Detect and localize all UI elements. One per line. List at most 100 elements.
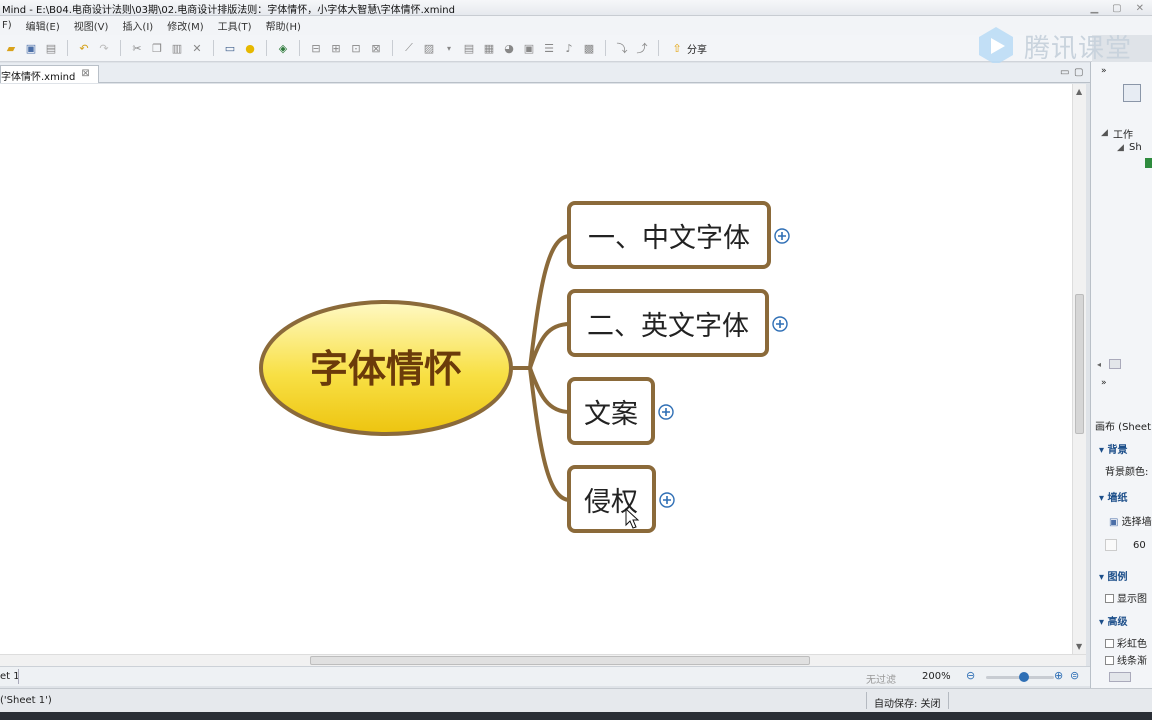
section-wallpaper-label: 墙纸 xyxy=(1107,493,1128,504)
note-icon[interactable]: ▦ xyxy=(482,41,496,55)
zoom-slider-knob[interactable] xyxy=(1019,672,1029,682)
sheet-tab[interactable]: et 1 xyxy=(0,671,20,682)
menu-insert[interactable]: 插入(I) xyxy=(122,18,153,33)
panel-tab-chevron-icon[interactable]: » xyxy=(1101,378,1107,388)
topic-english-fonts[interactable]: 二、英文字体 xyxy=(567,289,769,357)
expand-topic-button[interactable] xyxy=(774,228,790,244)
menu-edit[interactable]: 编辑(E) xyxy=(26,18,60,33)
checkbox[interactable] xyxy=(1105,639,1114,648)
central-topic-label: 字体情怀 xyxy=(310,347,462,391)
boundary-icon[interactable]: ⊡ xyxy=(349,41,363,55)
mindmap-canvas[interactable]: 字体情怀 一、中文字体 二、英文字体 文案 侵权 xyxy=(0,84,1072,654)
share-button[interactable]: ⇧ 分享 xyxy=(670,41,707,56)
cut-icon[interactable]: ✂ xyxy=(130,41,144,55)
topic-chinese-fonts[interactable]: 一、中文字体 xyxy=(567,201,771,269)
autosave-status[interactable]: 自动保存: 关闭 xyxy=(874,695,941,710)
zoom-in-icon[interactable]: ⊕ xyxy=(1054,669,1063,682)
open-folder-icon[interactable]: ▰ xyxy=(4,41,18,55)
close-icon[interactable]: ✕ xyxy=(1136,3,1144,14)
menu-modify[interactable]: 修改(M) xyxy=(167,18,203,33)
zoom-fit-icon[interactable]: ⊜ xyxy=(1070,669,1079,682)
tree-root-label[interactable]: 工作 xyxy=(1113,126,1133,141)
panel-bottom-scroll-thumb[interactable] xyxy=(1109,672,1131,682)
marker-icon[interactable]: ◕ xyxy=(502,41,516,55)
panel-hscroll-thumb[interactable] xyxy=(1109,359,1121,369)
menu-file[interactable]: F) xyxy=(2,20,12,31)
minimize-icon[interactable]: ▁ xyxy=(1090,3,1098,14)
redo-icon[interactable]: ↷ xyxy=(97,41,111,55)
tree-expand-icon[interactable]: ◢ xyxy=(1101,128,1108,138)
filter-label[interactable]: 无过滤 xyxy=(866,671,896,686)
canvas-properties-header: 画布 (Sheet 1 xyxy=(1095,422,1152,433)
lightbulb-icon[interactable]: ● xyxy=(243,41,257,55)
print-icon[interactable]: ▤ xyxy=(44,41,58,55)
show-legend-checkbox[interactable]: 显示图 xyxy=(1105,590,1147,605)
menu-tools[interactable]: 工具(T) xyxy=(218,18,252,33)
status-divider xyxy=(948,692,949,709)
select-wallpaper-button[interactable]: ▣ 选择墙 xyxy=(1109,513,1152,528)
selection-status: ('Sheet 1') xyxy=(0,695,52,706)
insert-topic-icon[interactable]: ⊟ xyxy=(309,41,323,55)
topic-copywriting[interactable]: 文案 xyxy=(567,377,655,445)
maximize-editor-icon[interactable]: ▢ xyxy=(1074,67,1083,78)
drill-down-icon[interactable]: ⤵ xyxy=(615,41,629,55)
equation-icon[interactable]: ▩ xyxy=(582,41,596,55)
scroll-up-icon[interactable]: ▲ xyxy=(1076,87,1082,96)
tab-document[interactable]: 字体情怀.xmind ⊠ xyxy=(0,65,99,83)
expand-topic-button[interactable] xyxy=(658,404,674,420)
topic-infringement[interactable]: 侵权 xyxy=(567,465,656,533)
checkbox[interactable] xyxy=(1105,594,1114,603)
section-wallpaper[interactable]: ▾ 墙纸 xyxy=(1099,489,1128,504)
minimize-editor-icon[interactable]: ▭ xyxy=(1060,67,1069,78)
central-topic[interactable]: 字体情怀 xyxy=(259,300,513,436)
vertical-scroll-thumb[interactable] xyxy=(1075,294,1084,434)
tree-topic-icon[interactable] xyxy=(1145,158,1152,168)
dropdown-arrow-icon[interactable]: ▾ xyxy=(442,41,456,55)
vertical-scrollbar[interactable]: ▲ ▼ xyxy=(1072,84,1086,654)
presentation-icon[interactable]: ▭ xyxy=(223,41,237,55)
save-icon[interactable]: ▣ xyxy=(24,41,38,55)
summary-icon[interactable]: ⊠ xyxy=(369,41,383,55)
scroll-left-icon[interactable]: ◂ xyxy=(1097,360,1101,369)
menu-view[interactable]: 视图(V) xyxy=(74,18,109,33)
attachment-icon[interactable]: ▣ xyxy=(522,41,536,55)
horizontal-scrollbar[interactable] xyxy=(0,654,1086,666)
relationship-icon[interactable]: ⟋ xyxy=(402,41,416,55)
tree-expand-icon[interactable]: ◢ xyxy=(1117,143,1124,153)
topic-label: 一、中文字体 xyxy=(588,223,750,254)
paste-icon[interactable]: ▥ xyxy=(170,41,184,55)
tab-document-label: 字体情怀.xmind xyxy=(1,72,76,83)
menu-help[interactable]: 帮助(H) xyxy=(266,18,301,33)
undo-icon[interactable]: ↶ xyxy=(77,41,91,55)
zoom-out-icon[interactable]: ⊖ xyxy=(966,669,975,682)
map-structure-icon[interactable]: ◈ xyxy=(276,41,290,55)
label-icon[interactable]: ▤ xyxy=(462,41,476,55)
line-gradient-checkbox[interactable]: 线条渐 xyxy=(1105,652,1147,667)
insert-subtopic-icon[interactable]: ⊞ xyxy=(329,41,343,55)
rainbow-checkbox[interactable]: 彩虹色 xyxy=(1105,635,1147,650)
opacity-value[interactable]: 60 xyxy=(1133,540,1146,551)
taskbar-strip xyxy=(0,712,1152,720)
panel-tab-chevron-icon[interactable]: » xyxy=(1101,66,1107,76)
copy-icon[interactable]: ❐ xyxy=(150,41,164,55)
audio-icon[interactable]: ♪ xyxy=(562,41,576,55)
maximize-icon[interactable]: ▢ xyxy=(1112,3,1121,14)
section-legend[interactable]: ▾ 图例 xyxy=(1099,568,1128,583)
horizontal-scroll-thumb[interactable] xyxy=(310,656,810,665)
share-label: 分享 xyxy=(687,44,707,56)
scroll-down-icon[interactable]: ▼ xyxy=(1076,642,1082,651)
sheet-status-bar: et 1 无过滤 200% ⊖ ⊕ ⊜ xyxy=(0,666,1090,686)
expand-topic-button[interactable] xyxy=(772,316,788,332)
delete-icon[interactable]: ✕ xyxy=(190,41,204,55)
image-icon[interactable]: ▨ xyxy=(422,41,436,55)
opacity-swatch xyxy=(1105,539,1117,551)
close-tab-icon[interactable]: ⊠ xyxy=(81,68,89,83)
checkbox[interactable] xyxy=(1105,656,1114,665)
hyperlink-icon[interactable]: ☰ xyxy=(542,41,556,55)
expand-topic-button[interactable] xyxy=(659,492,675,508)
tree-sheet-label[interactable]: Sh xyxy=(1129,142,1142,153)
drill-up-icon[interactable]: ⤴ xyxy=(635,41,649,55)
section-advanced[interactable]: ▾ 高级 xyxy=(1099,613,1128,628)
section-background[interactable]: ▾ 背景 xyxy=(1099,441,1128,456)
outline-view-icon[interactable] xyxy=(1123,84,1141,102)
